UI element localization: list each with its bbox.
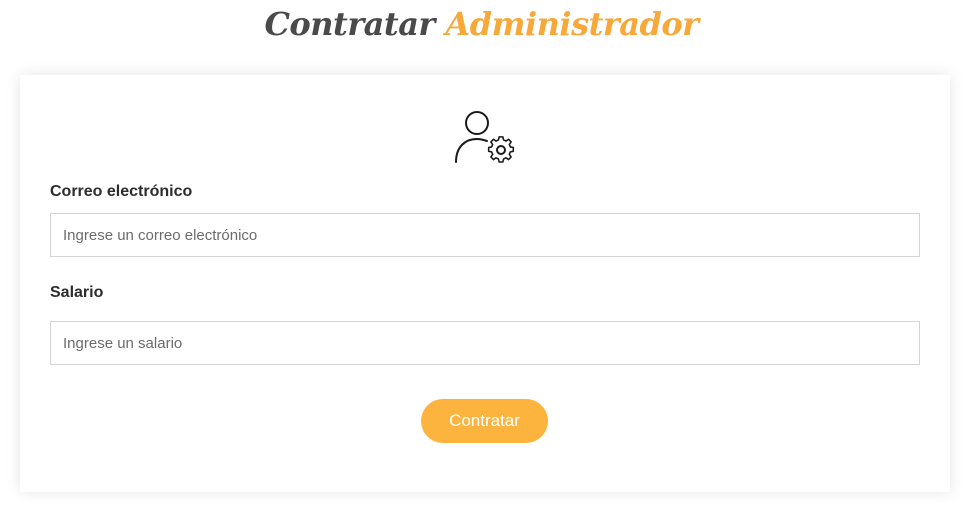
salary-label: Salario (50, 284, 104, 301)
email-label: Correo electrónico (50, 183, 193, 200)
hire-admin-form-card: Correo electrónico Salario Contratar (20, 75, 950, 492)
hire-button[interactable]: Contratar (421, 399, 548, 443)
gear-shape (487, 136, 515, 163)
page-title-part1: Contratar (264, 5, 435, 43)
user-gear-icon (455, 111, 515, 163)
page-title-part2: Administrador (445, 5, 699, 43)
email-field[interactable] (50, 213, 920, 257)
page-title: Contratar Administrador (0, 2, 963, 46)
page: Contratar Administrador Correo electróni… (0, 0, 963, 507)
salary-field[interactable] (50, 321, 920, 365)
